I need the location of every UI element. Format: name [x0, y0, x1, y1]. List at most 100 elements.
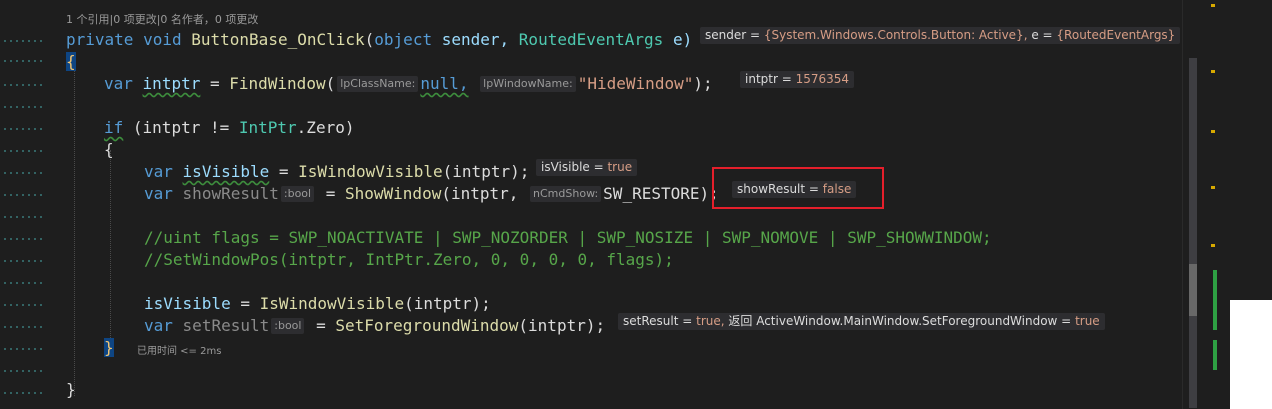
isvisible-assign-line[interactable]: isVisible = IsWindowVisible(intptr);	[144, 294, 491, 314]
setresult-line[interactable]: var setResult:bool = SetForegroundWindow…	[144, 316, 605, 336]
gutter-dots	[2, 392, 42, 394]
datatip-intptr-label: intptr =	[745, 72, 796, 86]
gutter-dots	[2, 128, 42, 130]
if-close-brace: }	[104, 338, 114, 357]
codelens-info[interactable]: 1 个引用|0 项更改|0 名作者，0 项更改	[66, 11, 258, 27]
datatip-intptr-value: 1576354	[795, 72, 850, 86]
operator-eq: =	[316, 184, 345, 203]
isvisible-line[interactable]: var isVisible = IsWindowVisible(intptr);	[144, 162, 529, 182]
datatip-sender[interactable]: sender = {System.Windows.Controls.Button…	[700, 27, 1181, 44]
keyword-private: private	[66, 30, 134, 49]
param-type-routedeventargs: RoutedEventArgs	[518, 30, 664, 49]
call-args: (intptr,	[441, 184, 519, 203]
showresult-line[interactable]: var showResult:bool = ShowWindow(intptr,…	[144, 184, 719, 204]
adjacent-window-fragment	[1230, 300, 1272, 409]
comment-flags-line[interactable]: //uint flags = SWP_NOACTIVATE | SWP_NOZO…	[144, 228, 992, 248]
inlay-hint-bool: :bool	[271, 318, 305, 334]
call-iswindowvisible: IsWindowVisible	[259, 294, 405, 313]
call-setforegroundwindow: SetForegroundWindow	[335, 316, 519, 335]
call-args: (intptr);	[404, 294, 491, 313]
elapsed-time-label: 已用时间 <= 2ms	[137, 346, 222, 357]
scroll-marker	[1211, 130, 1215, 133]
gutter-dots	[2, 84, 42, 86]
gutter-dots	[2, 304, 42, 306]
call-showwindow: ShowWindow	[345, 184, 442, 203]
member-zero: .Zero)	[296, 118, 355, 137]
operator-eq: =	[306, 316, 336, 335]
gutter-dots	[2, 326, 42, 328]
datatip-setresult-label: setResult =	[623, 314, 697, 328]
constant-sw-restore: SW_RESTORE);	[603, 184, 719, 203]
call-args: (intptr);	[518, 316, 606, 335]
intptr-line[interactable]: var intptr = FindWindow(lpClassName: null…	[104, 74, 713, 94]
scroll-track[interactable]	[1189, 58, 1197, 408]
close-brace-line[interactable]: }	[66, 380, 76, 400]
operator-eq: =	[230, 294, 260, 313]
datatip-setresult-value: true,	[696, 314, 725, 328]
if-line[interactable]: if (intptr != IntPtr.Zero)	[104, 118, 354, 138]
gutter-dots	[2, 238, 42, 240]
if-close-brace-line[interactable]: }	[104, 338, 114, 358]
gutter-dots	[2, 216, 42, 218]
datatip-intptr[interactable]: intptr = 1576354	[740, 71, 855, 88]
code-editor[interactable]: 1 个引用|0 项更改|0 名作者，0 项更改 private void But…	[46, 0, 1182, 409]
call-iswindowvisible: IsWindowVisible	[298, 162, 443, 181]
string-hidewindow: "HideWindow"	[577, 74, 694, 93]
indent-guide	[110, 150, 111, 350]
open-brace: {	[66, 52, 76, 71]
variable-isvisible: isVisible	[182, 162, 270, 181]
param-type-object: object	[374, 30, 433, 49]
datatip-e-value: {RoutedEventArgs}	[1056, 28, 1176, 42]
inlay-hint-lpclassname: lpClassName:	[337, 76, 419, 92]
method-name: ButtonBase_OnClick	[191, 30, 365, 49]
variable-isvisible: isVisible	[144, 294, 231, 313]
operator-eq: =	[200, 74, 230, 93]
if-condition: (intptr !=	[132, 118, 239, 137]
gutter-dots	[2, 194, 42, 196]
datatip-return-label: 返回 ActiveWindow.MainWindow.SetForeground…	[728, 314, 1076, 328]
scroll-marker	[1211, 70, 1215, 73]
gutter-dots	[2, 282, 42, 284]
call-findwindow: FindWindow	[229, 74, 326, 93]
indent-guide	[74, 56, 75, 396]
gutter-dots	[2, 150, 42, 152]
comment-setwindowpos-line[interactable]: //SetWindowPos(intptr, IntPtr.Zero, 0, 0…	[144, 250, 674, 270]
variable-setresult: setResult	[182, 316, 270, 335]
datatip-sender-value: {System.Windows.Controls.Button: Active}…	[763, 28, 1028, 42]
gutter-dots	[2, 172, 42, 174]
highlight-box	[712, 167, 884, 209]
if-open-brace-line[interactable]: {	[104, 140, 114, 160]
if-open-brace: {	[104, 140, 114, 159]
method-close-brace: }	[66, 380, 76, 399]
operator-eq: =	[269, 162, 299, 181]
scroll-thumb[interactable]	[1189, 264, 1197, 316]
keyword-if: if	[104, 118, 124, 137]
call-args: (intptr);	[442, 162, 530, 181]
gutter-dots	[2, 348, 42, 350]
open-brace-line[interactable]: {	[66, 52, 76, 72]
type-intptr: IntPtr	[238, 118, 297, 137]
variable-showresult: showResult	[182, 184, 279, 203]
inlay-hint-lpwindowname: lpWindowName:	[480, 76, 576, 92]
datatip-sender-label: sender =	[705, 28, 764, 42]
gutter-dots	[2, 106, 42, 108]
method-signature-line[interactable]: private void ButtonBase_OnClick(object s…	[66, 30, 692, 50]
datatip-e-label: e =	[1031, 28, 1057, 42]
datatip-setresult[interactable]: setResult = true, 返回 ActiveWindow.MainWi…	[618, 313, 1105, 330]
inlay-hint-ncmdshow: nCmdShow:	[530, 186, 602, 202]
change-marker	[1213, 340, 1217, 370]
variable-intptr: intptr	[142, 74, 201, 93]
inlay-hint-bool: :bool	[280, 186, 315, 202]
gutter-dots	[2, 40, 42, 42]
change-marker	[1213, 270, 1217, 330]
datatip-isvisible[interactable]: isVisible = true	[536, 159, 638, 176]
gutter-dots	[2, 370, 42, 372]
param-sender: sender,	[441, 30, 510, 49]
editor-gutter	[0, 0, 46, 409]
keyword-void: void	[143, 30, 182, 49]
keyword-var: var	[144, 316, 173, 335]
scroll-marker	[1211, 186, 1215, 189]
vertical-scrollbar[interactable]	[1182, 0, 1225, 409]
gutter-dots	[2, 260, 42, 262]
keyword-var: var	[104, 74, 133, 93]
